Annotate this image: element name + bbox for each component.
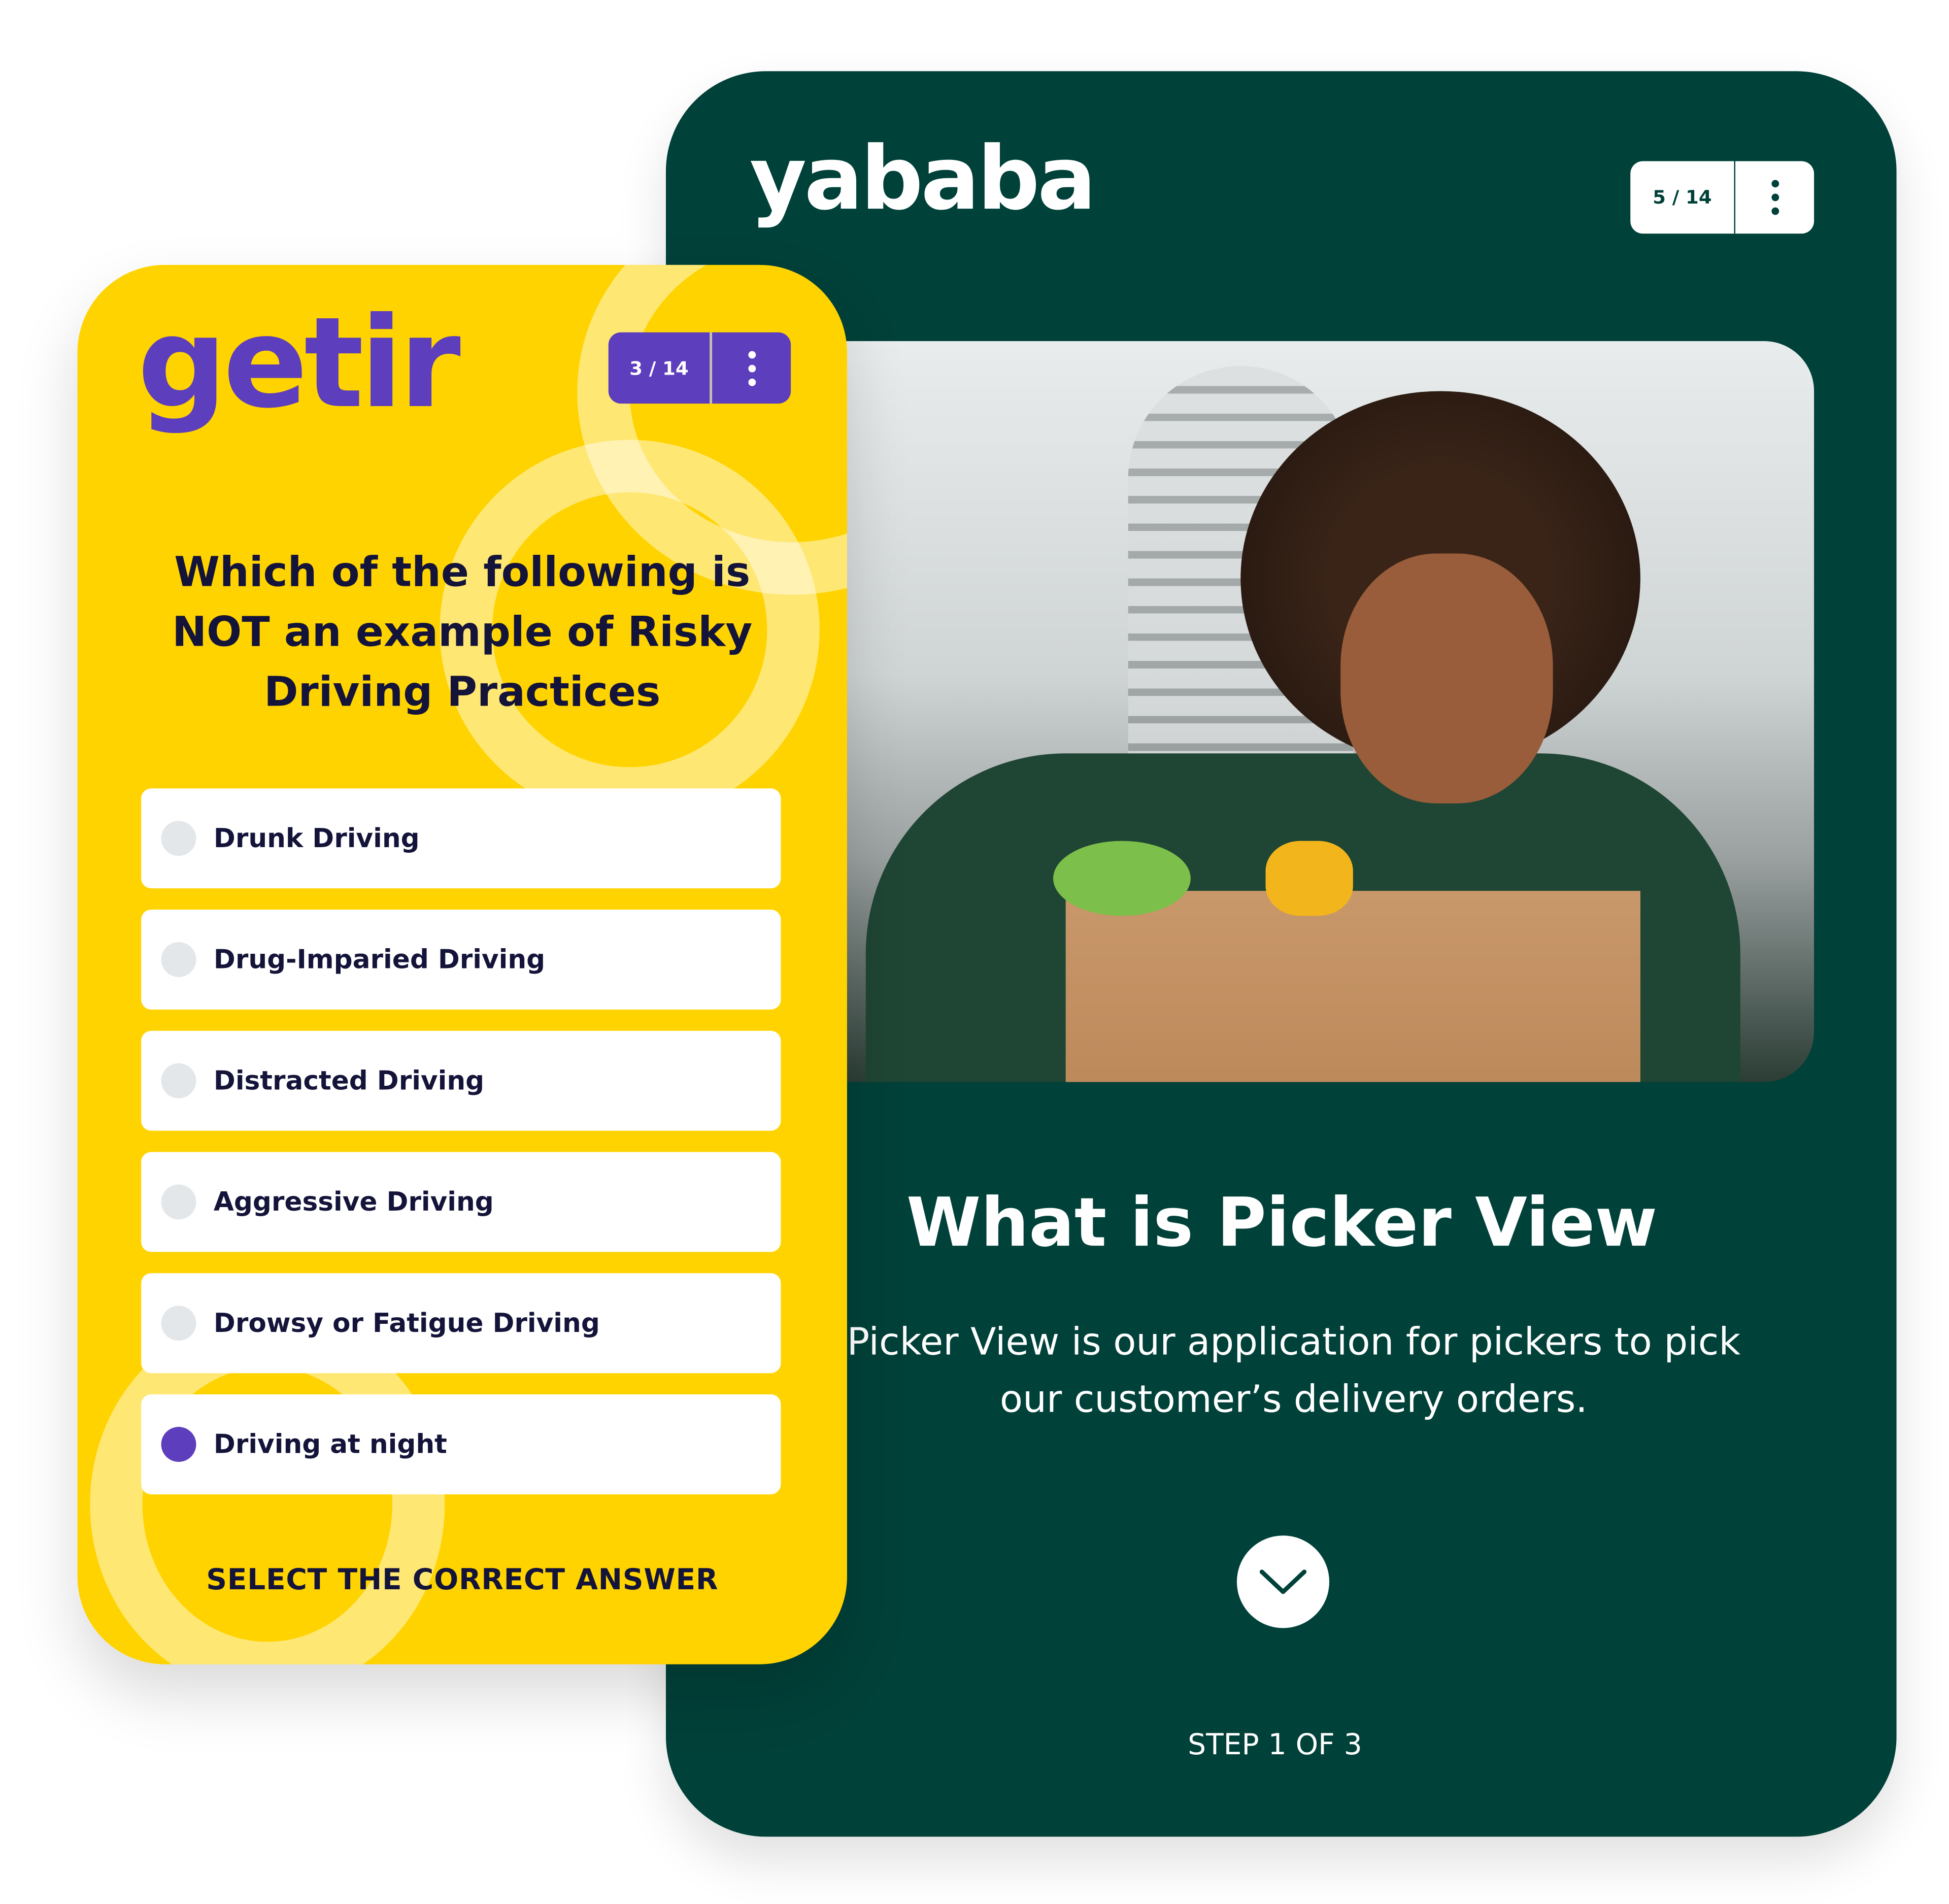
counter-text: 5 / 14 (1630, 161, 1736, 234)
question-text: Which of the following is NOT an example… (172, 547, 753, 716)
radio-button[interactable] (161, 1184, 196, 1220)
option-label: Aggressive Driving (213, 1187, 494, 1217)
card-description: Picker View is our application for picke… (847, 1320, 1741, 1422)
option-label: Drunk Driving (213, 823, 420, 854)
radio-button[interactable] (161, 942, 196, 977)
radio-button[interactable] (161, 1306, 196, 1341)
hero-photo (791, 341, 1814, 1082)
kebab-menu-icon[interactable] (1735, 161, 1814, 234)
kebab-menu-icon[interactable] (712, 332, 791, 404)
option-label: Drowsy or Fatigue Driving (213, 1308, 600, 1339)
getir-card: getir 3 / 14 Which of the following is N… (77, 264, 847, 1664)
step-indicator: STEP 1 OF 3 (1188, 1729, 1362, 1762)
instruction-text: SELECT THE CORRECT ANSWER (206, 1564, 719, 1597)
answer-option[interactable]: Driving at night (141, 1394, 781, 1494)
counter-text: 3 / 14 (609, 332, 713, 404)
next-button[interactable] (1236, 1535, 1330, 1628)
radio-button[interactable] (161, 1063, 196, 1098)
answer-option[interactable]: Drunk Driving (141, 788, 781, 889)
answer-option[interactable]: Drowsy or Fatigue Driving (141, 1273, 781, 1374)
chevron-down-icon (1259, 1569, 1307, 1594)
option-label: Distracted Driving (213, 1065, 485, 1096)
radio-button[interactable] (161, 821, 196, 856)
answer-option[interactable]: Distracted Driving (141, 1030, 781, 1131)
yababa-card: yababa 5 / 14 What is Picker View Picker… (665, 71, 1897, 1837)
getir-logo: getir (137, 290, 461, 437)
option-label: Drug-Imparied Driving (213, 944, 546, 975)
progress-counter: 3 / 14 (608, 332, 791, 404)
radio-button[interactable] (161, 1427, 196, 1462)
answer-option[interactable]: Drug-Imparied Driving (141, 909, 781, 1010)
answer-option[interactable]: Aggressive Driving (141, 1152, 781, 1252)
option-label: Driving at night (213, 1429, 447, 1460)
progress-counter: 5 / 14 (1630, 161, 1814, 234)
card-title: What is Picker View (906, 1183, 1658, 1262)
yababa-logo: yababa (749, 127, 1096, 230)
